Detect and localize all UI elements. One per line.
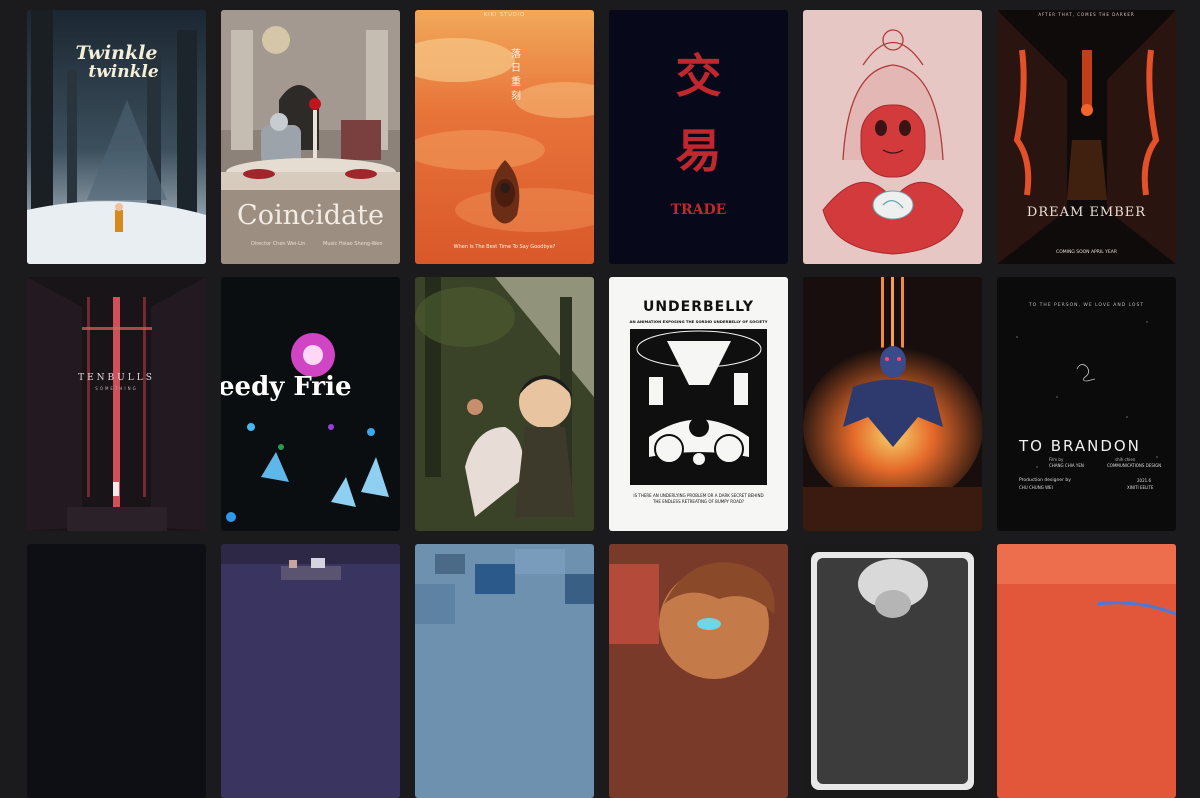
- underbelly-caption: IS THERE AN UNDERLYING PROBLEM OR A DARK…: [633, 493, 764, 504]
- poster-cat-hands[interactable]: [803, 10, 982, 264]
- poster-row3-2[interactable]: [221, 544, 400, 798]
- poster-trade[interactable]: 交 易 TRADE: [609, 10, 788, 264]
- dream-ember-title: DREAM EMBER: [1026, 205, 1147, 220]
- trade-en-title: TRADE: [670, 202, 727, 218]
- poster-forest-ride[interactable]: [415, 277, 594, 531]
- brandon-prod-name: CHU CHUNG WEI: [1019, 485, 1053, 490]
- boy-artwork: [609, 544, 788, 798]
- trade-char-1: 交: [675, 49, 722, 103]
- poster-row3-5[interactable]: [803, 544, 982, 798]
- twinkle-title-line1: Twinkle: [75, 42, 158, 64]
- poster-dream-ember[interactable]: AFTER THAT, COMES THE DARKER DREAM EMBER…: [997, 10, 1176, 264]
- brandon-dept: COMMUNICATIONS DESIGN: [1107, 463, 1162, 468]
- trade-char-2: 易: [675, 124, 722, 178]
- poster-to-brandon[interactable]: TO THE PERSON, WE LOVE AND LOST TO BRAND…: [997, 277, 1176, 531]
- brandon-school: shih chien: [1115, 457, 1136, 462]
- brandon-title: TO BRANDON: [1019, 437, 1141, 455]
- dream-ember-date: COMING SOON APRIL YEAR: [1056, 250, 1117, 255]
- brandon-film-by-name: CHANG CHIA YEN: [1049, 463, 1084, 468]
- poster-twinkle-twinkle[interactable]: Twinkle twinkle: [27, 10, 206, 264]
- sunset-top-tag: KIKI STUDIO: [483, 12, 526, 18]
- poster-row3-1[interactable]: [27, 544, 206, 798]
- sunset-boat-artwork: [415, 10, 594, 264]
- poster-row3-3[interactable]: [415, 544, 594, 798]
- poster-sunset-boat[interactable]: KIKI STUDIO 落日重刻 When Is The Best Time T…: [415, 10, 594, 264]
- friend-title: eedy Frie: [221, 372, 352, 402]
- red-landscape-artwork: [997, 544, 1176, 798]
- forest-ride-artwork: [415, 277, 594, 531]
- fire-figure-artwork: [803, 277, 982, 531]
- pixel-map-artwork: [415, 544, 594, 798]
- brandon-artwork: [1016, 321, 1158, 468]
- poster-gallery: Twinkle twinkle Coincidate Director Chen…: [27, 10, 1176, 798]
- twinkle-title-line2: twinkle: [88, 62, 159, 82]
- poster-tenbulls[interactable]: TENBULLS SOMETHING: [27, 277, 206, 531]
- room-artwork: [221, 544, 400, 798]
- coincidate-title: Coincidate: [237, 200, 384, 231]
- tenbulls-subtitle: SOMETHING: [95, 386, 138, 391]
- poster-friend[interactable]: eedy Frie: [221, 277, 400, 531]
- brandon-studio: XINITI EELITE: [1127, 485, 1154, 490]
- coincidate-credit-music: Music Hsiao Sheng-Wen: [323, 241, 383, 247]
- poster-row3-6[interactable]: [997, 544, 1176, 798]
- tenbulls-artwork: [27, 277, 206, 531]
- cat-hands-artwork: [803, 10, 982, 264]
- film-frame-artwork: [803, 544, 982, 798]
- brandon-film-by: Film by: [1049, 457, 1064, 462]
- poster-fire-figure[interactable]: [803, 277, 982, 531]
- tenbulls-title: TENBULLS: [78, 373, 155, 383]
- poster-row3-4[interactable]: [609, 544, 788, 798]
- poster-coincidate[interactable]: Coincidate Director Chen Wei-Lin Music H…: [221, 10, 400, 264]
- poster-underbelly[interactable]: UNDERBELLY AN ANIMATION EXPOSING THE SOR…: [609, 277, 788, 531]
- friend-artwork: [221, 277, 400, 531]
- dream-ember-artwork: [997, 10, 1176, 264]
- brandon-prod-designer: Production designer by: [1019, 478, 1071, 483]
- dream-ember-top-tag: AFTER THAT, COMES THE DARKER: [1038, 12, 1135, 17]
- coincidate-credit-director: Director Chen Wei-Lin: [251, 241, 306, 247]
- sunset-vertical-title: 落日重刻: [511, 49, 521, 102]
- sunset-tagline: When Is The Best Time To Say Goodbye?: [453, 244, 556, 250]
- brandon-year: 2021.6: [1137, 478, 1151, 483]
